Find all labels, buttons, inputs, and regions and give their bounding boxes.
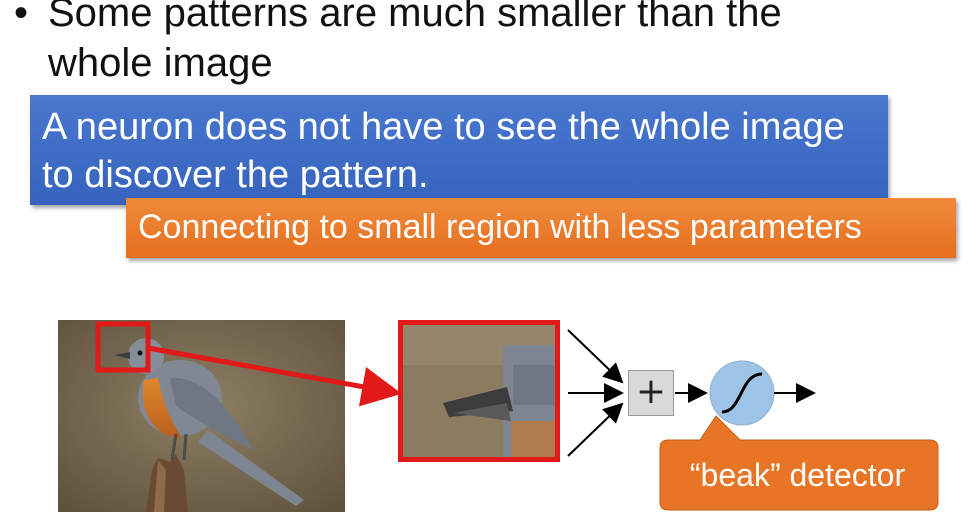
detector-label: “beak” detector xyxy=(689,457,906,493)
input-arrow-1 xyxy=(567,329,624,384)
beak-selection-box xyxy=(95,321,151,373)
sum-box: + xyxy=(628,370,674,416)
input-arrow-3 xyxy=(567,402,624,457)
diagram-overlay xyxy=(95,321,939,511)
zoom-arrow xyxy=(147,345,402,407)
